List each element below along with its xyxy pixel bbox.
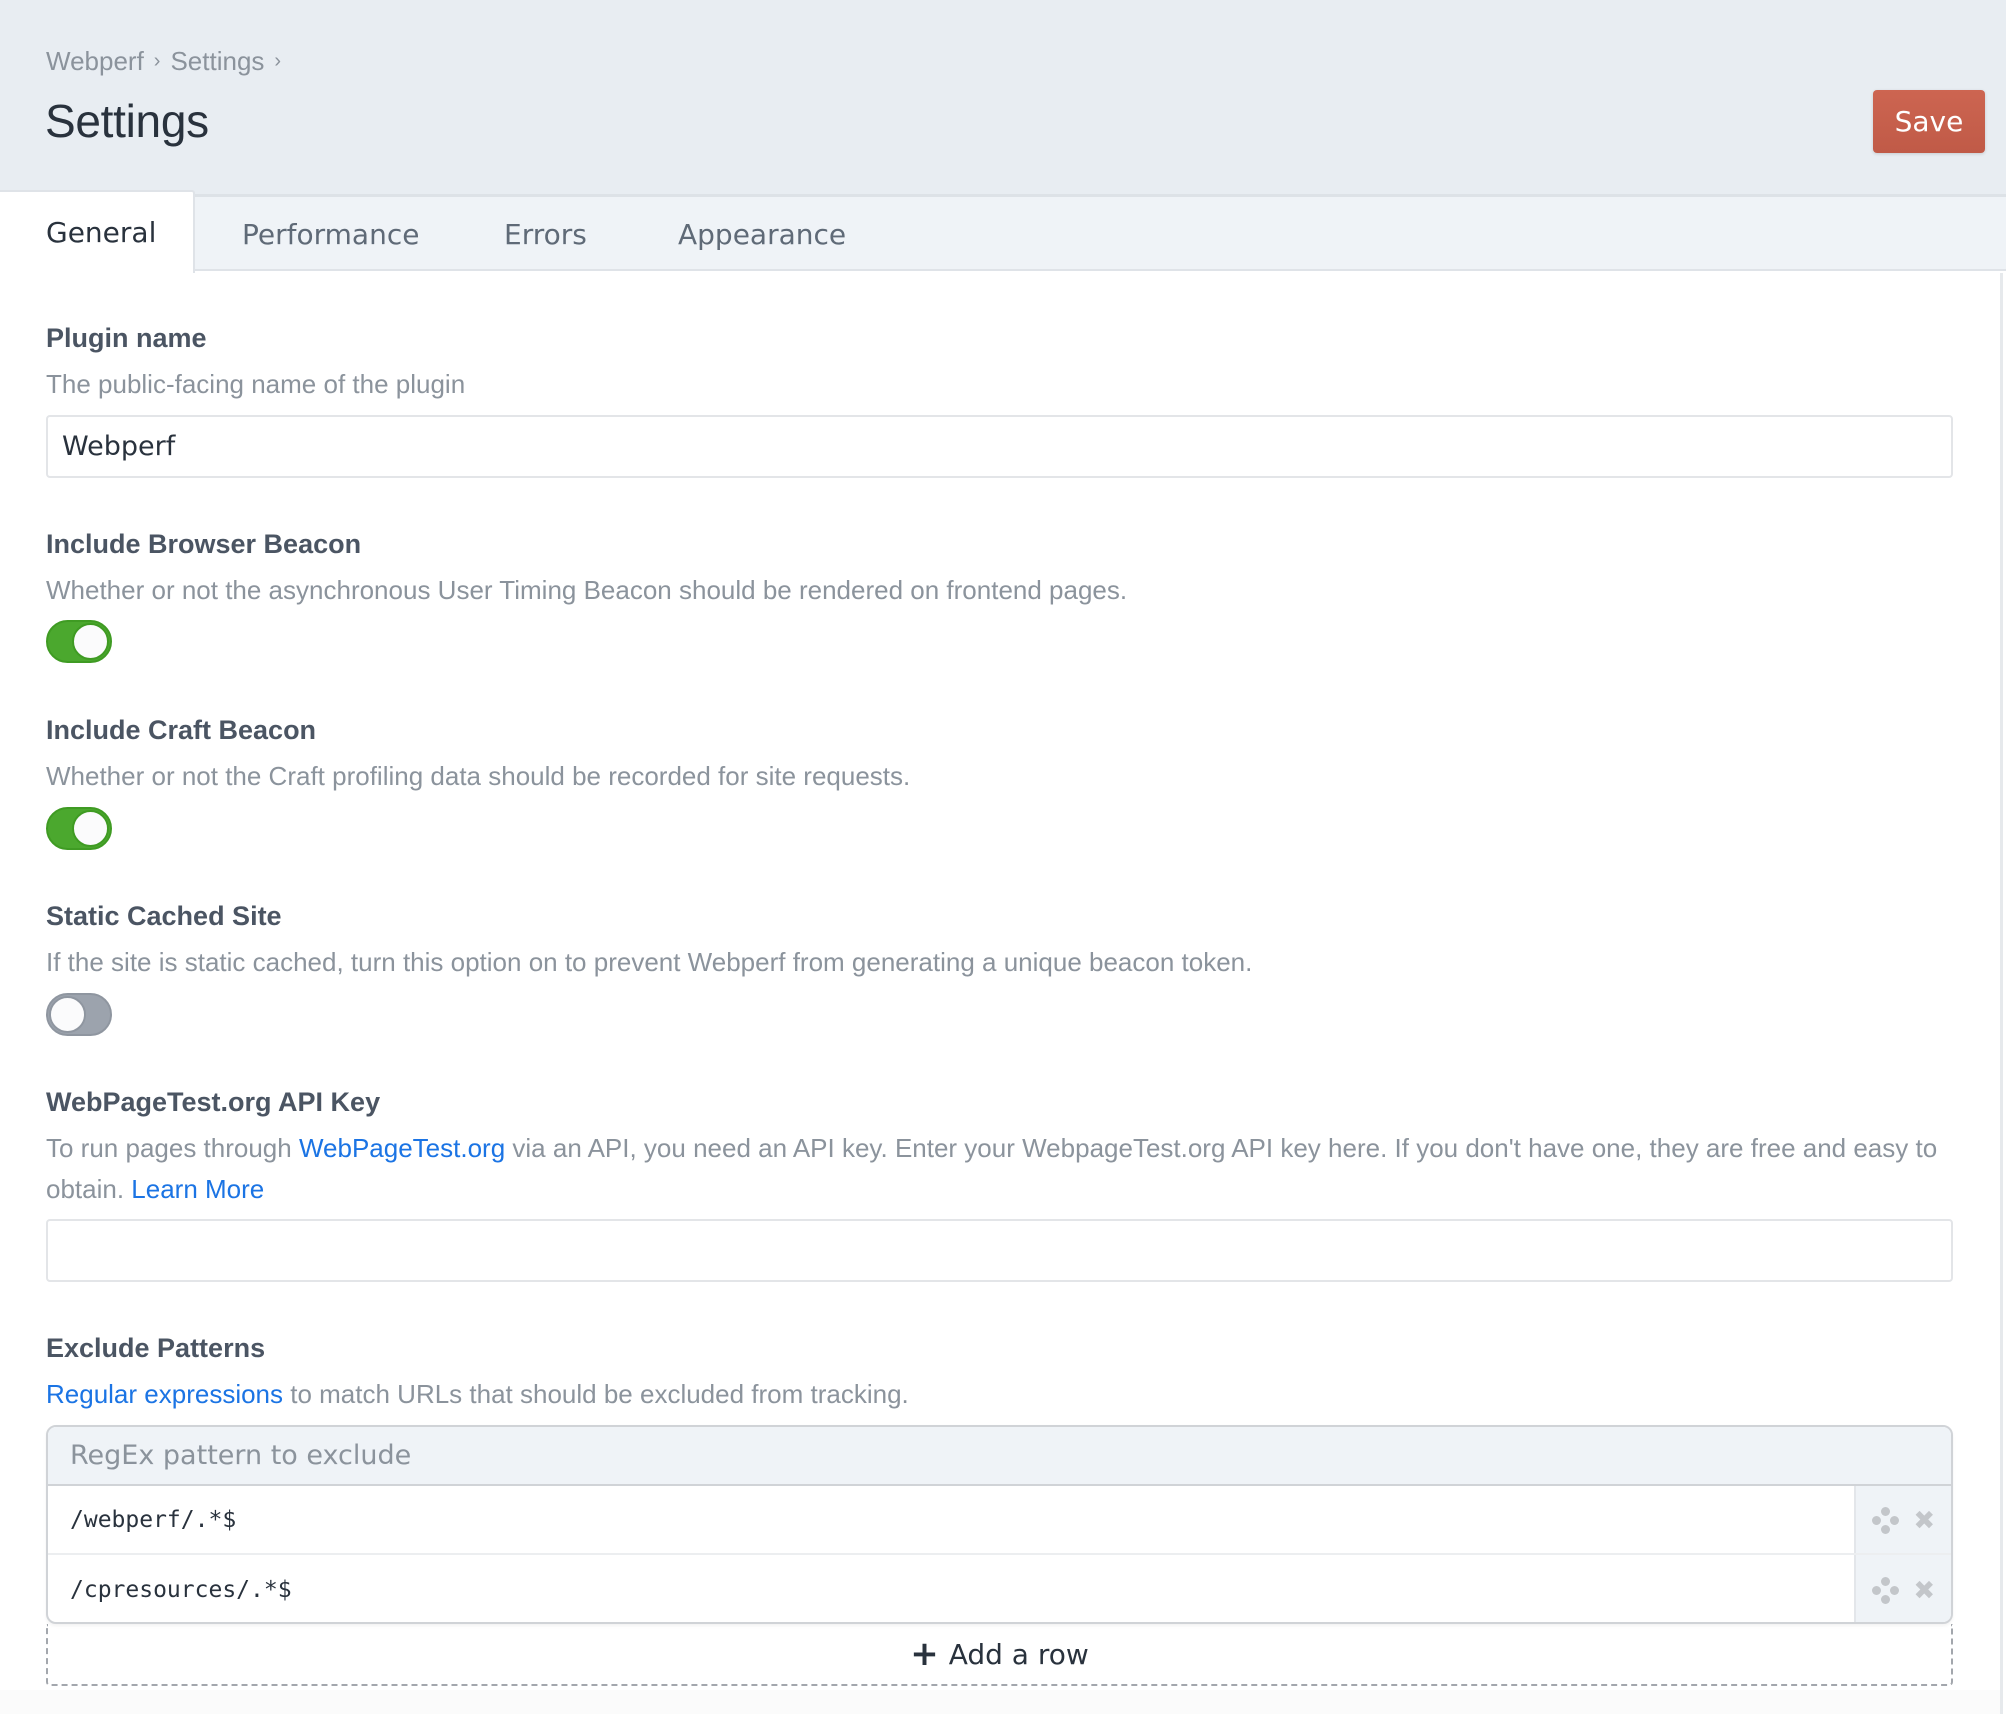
tab-general[interactable]: General xyxy=(0,190,195,273)
exclude-patterns-table: RegEx pattern to exclude /webperf/.*$ ✖ … xyxy=(46,1425,1953,1624)
learn-more-link[interactable]: Learn More xyxy=(131,1174,264,1204)
plugin-name-input[interactable] xyxy=(46,415,1953,478)
plugin-name-label: Plugin name xyxy=(46,323,207,353)
add-row-label: Add a row xyxy=(948,1637,1089,1671)
breadcrumb: Webperf › Settings › xyxy=(46,46,291,77)
move-icon[interactable] xyxy=(1871,1576,1899,1604)
tab-appearance[interactable]: Appearance xyxy=(678,197,846,271)
save-button[interactable]: Save xyxy=(1873,90,1985,153)
craft-beacon-description: Whether or not the Craft profiling data … xyxy=(46,761,911,791)
browser-beacon-description: Whether or not the asynchronous User Tim… xyxy=(46,575,1128,605)
move-icon[interactable] xyxy=(1871,1506,1899,1534)
craft-beacon-toggle[interactable] xyxy=(46,807,112,850)
regular-expressions-link[interactable]: Regular expressions xyxy=(46,1379,283,1409)
page-bottom xyxy=(0,1690,2000,1714)
tab-performance[interactable]: Performance xyxy=(242,197,419,271)
api-key-description: To run pages through WebPageTest.org via… xyxy=(46,1128,1946,1210)
exclude-desc-suffix: to match URLs that should be excluded fr… xyxy=(283,1379,909,1409)
table-column-header: RegEx pattern to exclude xyxy=(48,1427,1951,1486)
plugin-name-description: The public-facing name of the plugin xyxy=(46,369,466,399)
exclude-patterns-label: Exclude Patterns xyxy=(46,1333,266,1363)
static-cached-toggle[interactable] xyxy=(46,993,112,1036)
tab-errors[interactable]: Errors xyxy=(504,197,587,271)
row-actions: ✖ xyxy=(1854,1555,1951,1622)
browser-beacon-toggle[interactable] xyxy=(46,620,112,663)
pattern-cell[interactable]: /webperf/.*$ xyxy=(48,1486,1854,1553)
toggle-knob xyxy=(72,623,109,660)
craft-beacon-label: Include Craft Beacon xyxy=(46,715,317,745)
api-key-label: WebPageTest.org API Key xyxy=(46,1087,381,1117)
exclude-patterns-description: Regular expressions to match URLs that s… xyxy=(46,1374,1946,1415)
static-cached-label: Static Cached Site xyxy=(46,901,282,931)
breadcrumb-webperf[interactable]: Webperf xyxy=(46,46,144,77)
toggle-knob xyxy=(49,996,86,1033)
toggle-knob xyxy=(72,810,109,847)
table-row: /cpresources/.*$ ✖ xyxy=(48,1555,1951,1622)
page-title: Settings xyxy=(45,95,209,147)
api-key-desc-prefix: To run pages through xyxy=(46,1133,299,1163)
row-actions: ✖ xyxy=(1854,1486,1951,1553)
static-cached-description: If the site is static cached, turn this … xyxy=(46,947,1253,977)
tab-bar: General Performance Errors Appearance xyxy=(0,190,2006,273)
api-key-input[interactable] xyxy=(46,1219,1953,1282)
breadcrumb-separator-icon: › xyxy=(153,50,161,72)
delete-icon[interactable]: ✖ xyxy=(1913,1507,1935,1533)
delete-icon[interactable]: ✖ xyxy=(1913,1577,1935,1603)
table-row: /webperf/.*$ ✖ xyxy=(48,1486,1951,1555)
page-header: Webperf › Settings › Settings Save xyxy=(0,0,2006,197)
breadcrumb-settings[interactable]: Settings xyxy=(170,46,264,77)
breadcrumb-separator-icon: › xyxy=(274,50,282,72)
add-row-button[interactable]: + Add a row xyxy=(46,1624,1953,1686)
webpagetest-link[interactable]: WebPageTest.org xyxy=(299,1133,505,1163)
browser-beacon-label: Include Browser Beacon xyxy=(46,529,362,559)
scrollbar-track[interactable] xyxy=(2000,273,2003,1714)
pattern-cell[interactable]: /cpresources/.*$ xyxy=(48,1555,1854,1622)
plus-icon: + xyxy=(910,1634,939,1674)
